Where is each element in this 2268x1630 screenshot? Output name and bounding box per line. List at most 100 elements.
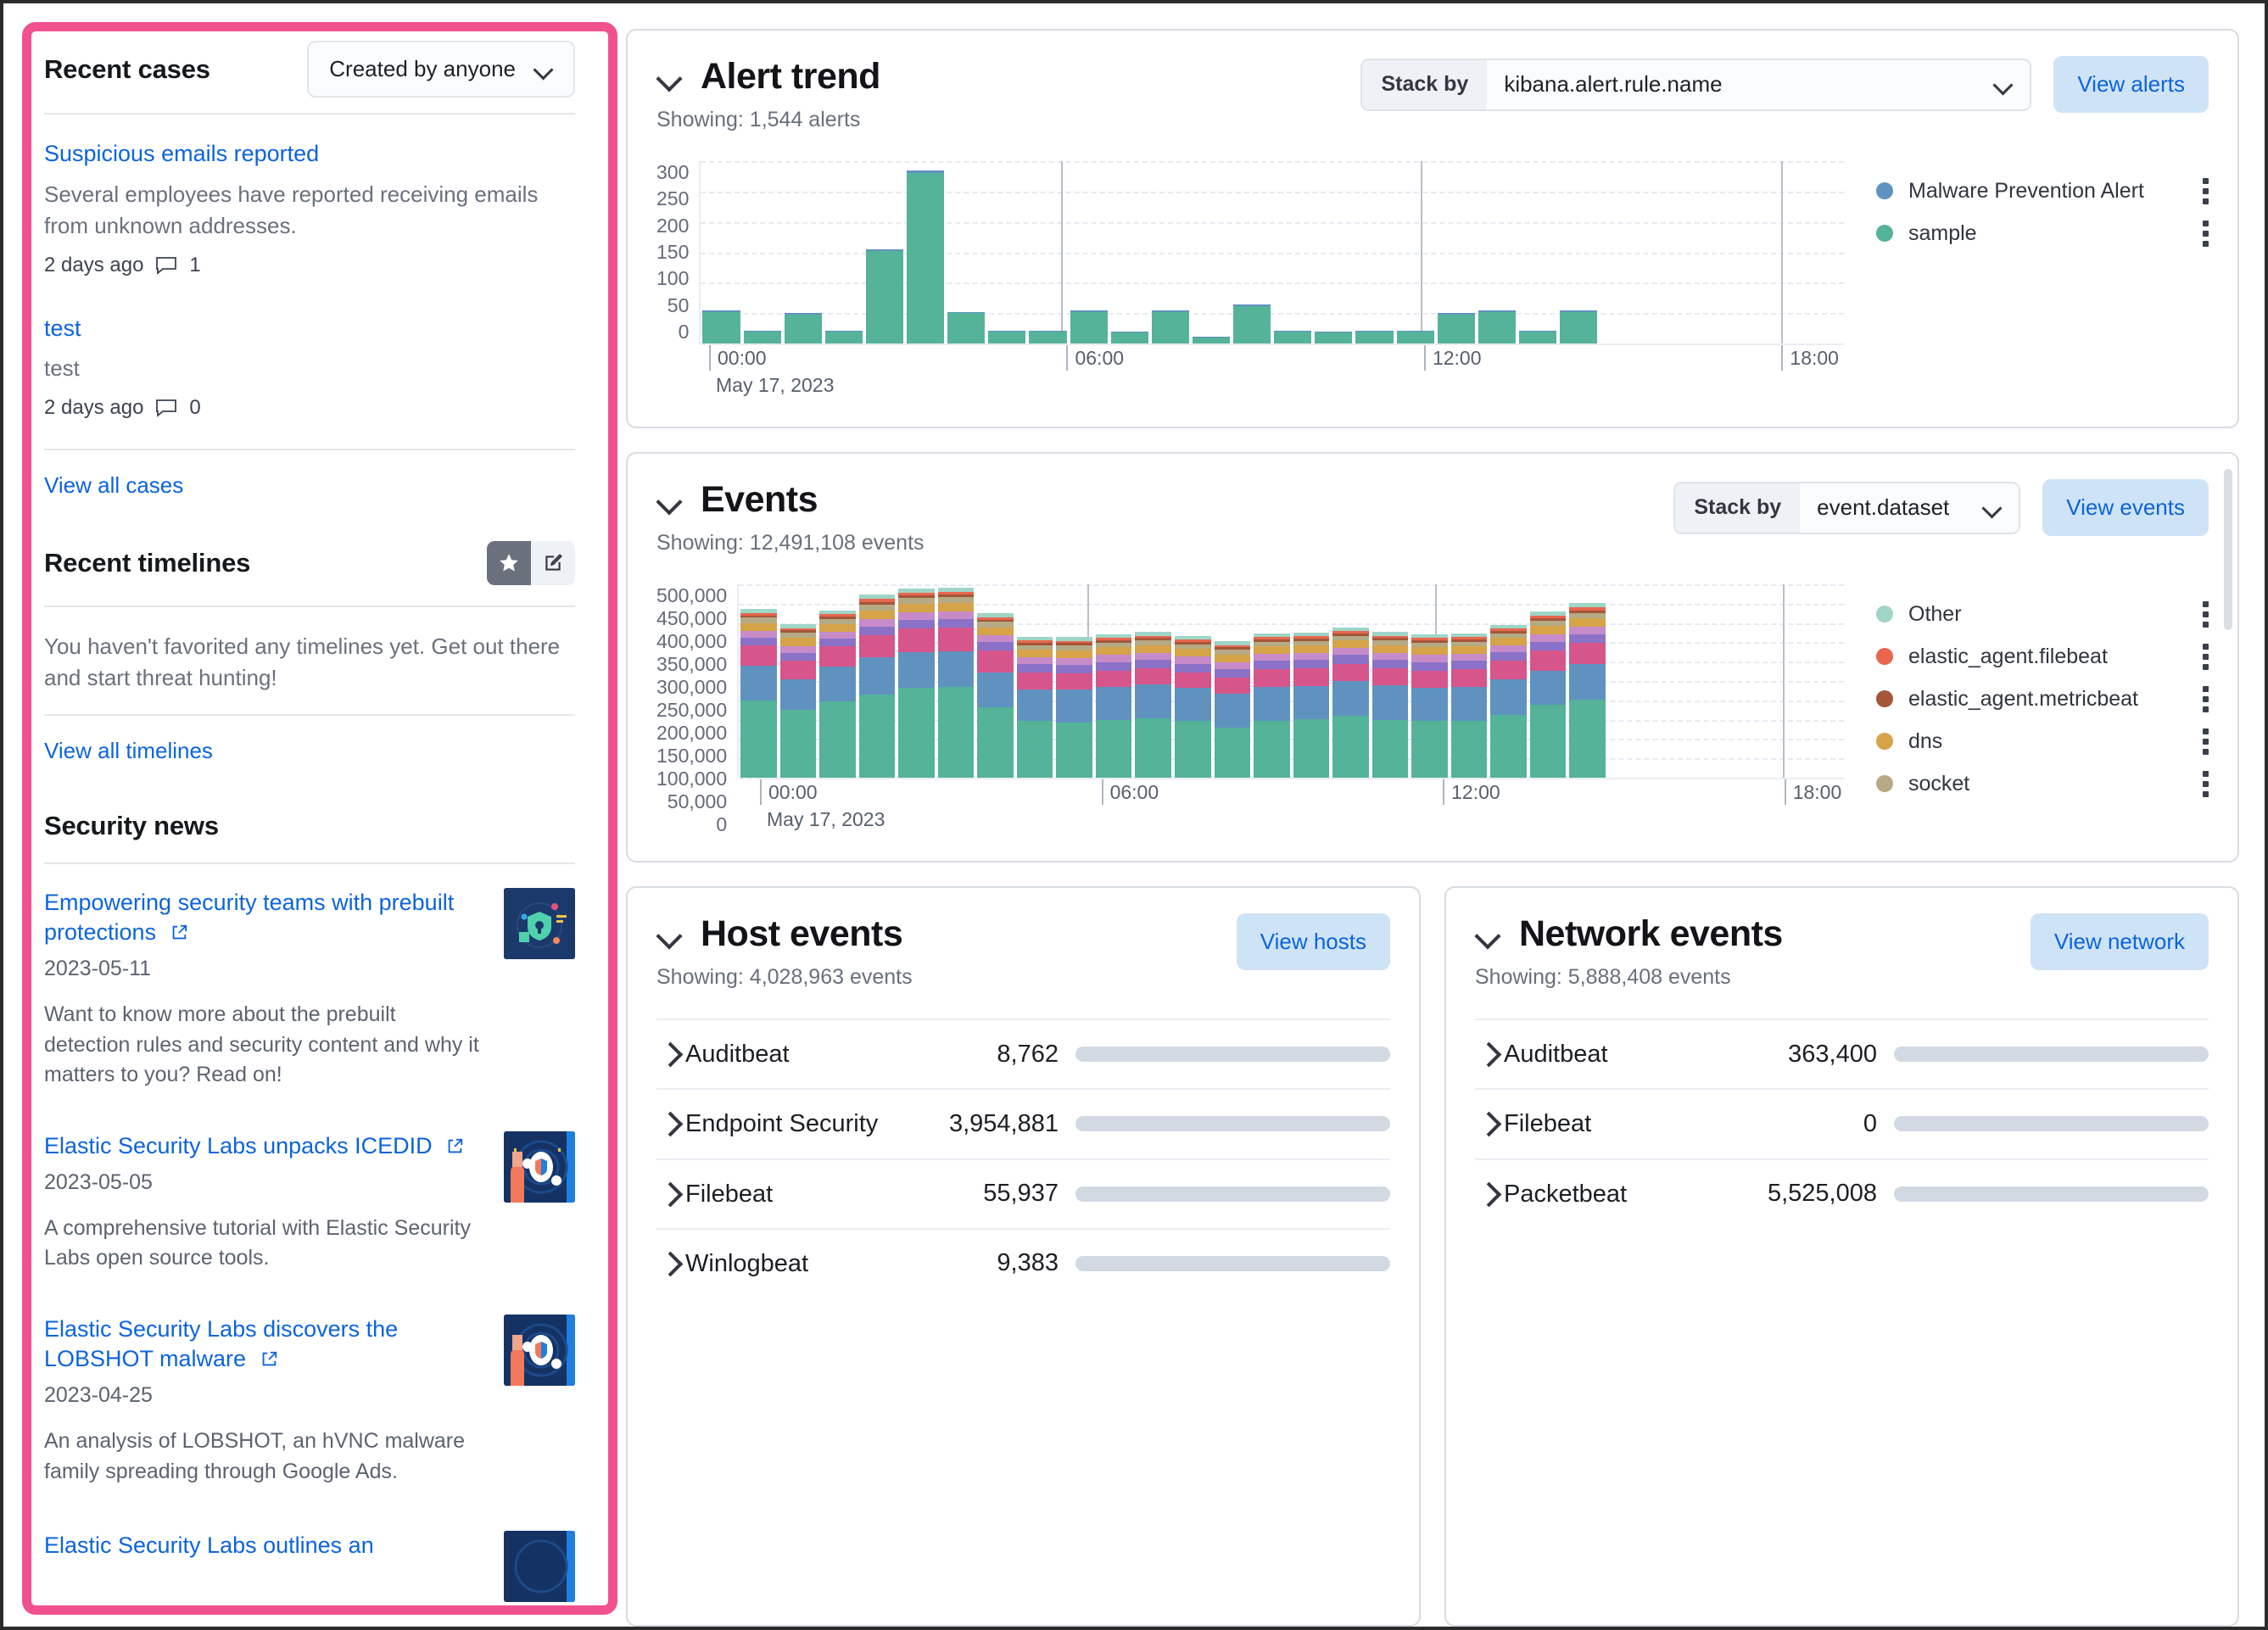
timeline-view-toggle[interactable]: [487, 541, 575, 586]
alert-stack-by-control[interactable]: Stack by kibana.alert.rule.name: [1360, 58, 2032, 111]
legend-item[interactable]: sample: [1876, 212, 2209, 254]
chart-bar[interactable]: [1599, 161, 1640, 343]
alert-stack-by-select[interactable]: kibana.alert.rule.name: [1487, 59, 2031, 109]
chart-bar[interactable]: [1477, 161, 1517, 343]
chart-bar[interactable]: [783, 161, 824, 343]
chart-bar[interactable]: [1313, 161, 1354, 343]
chart-bar[interactable]: [1436, 161, 1477, 343]
case-list-item[interactable]: test test 2 days ago 0: [44, 284, 575, 427]
news-title[interactable]: Empowering security teams with prebuilt …: [44, 888, 485, 950]
expand-chevron-icon[interactable]: [1475, 1111, 1504, 1136]
created-by-filter[interactable]: Created by anyone: [307, 41, 575, 98]
chart-bar[interactable]: [1528, 584, 1568, 778]
chart-bar[interactable]: [1054, 584, 1094, 778]
expand-chevron-icon[interactable]: [656, 1111, 685, 1136]
chart-bar[interactable]: [1133, 584, 1173, 778]
chart-bar[interactable]: [1232, 161, 1272, 343]
chart-bar[interactable]: [1762, 161, 1803, 343]
legend-scrollbar[interactable]: [2224, 469, 2232, 630]
legend-actions-icon[interactable]: [2186, 600, 2209, 628]
view-all-timelines-link[interactable]: View all timelines: [44, 738, 213, 764]
expand-chevron-icon[interactable]: [656, 1251, 685, 1276]
view-alerts-button[interactable]: View alerts: [2053, 56, 2209, 113]
view-network-button[interactable]: View network: [2030, 913, 2209, 970]
chart-bar[interactable]: [986, 161, 1027, 343]
chart-bar[interactable]: [1804, 584, 1844, 778]
view-hosts-button[interactable]: View hosts: [1236, 913, 1390, 970]
view-events-button[interactable]: View events: [2042, 479, 2209, 536]
chart-bar[interactable]: [1252, 584, 1292, 778]
expand-chevron-icon[interactable]: [1475, 1041, 1504, 1067]
legend-item[interactable]: elastic_agent.metricbeat: [1876, 678, 2209, 720]
chart-bar[interactable]: [1558, 161, 1599, 343]
chart-bar[interactable]: [936, 584, 976, 778]
table-row[interactable]: Packetbeat 5,525,008: [1475, 1158, 2209, 1228]
chart-bar[interactable]: [1450, 584, 1489, 778]
events-stack-by-select[interactable]: event.dataset: [1800, 483, 2019, 533]
table-row[interactable]: Auditbeat 363,400: [1475, 1019, 2209, 1088]
case-title[interactable]: Suspicious emails reported: [44, 140, 575, 169]
chart-bar[interactable]: [1109, 161, 1150, 343]
chart-bar[interactable]: [1331, 584, 1371, 778]
chart-bar[interactable]: [1640, 161, 1680, 343]
chart-bar[interactable]: [1686, 584, 1726, 778]
legend-item[interactable]: dns: [1876, 720, 2209, 762]
chart-bar[interactable]: [1213, 584, 1253, 778]
chart-bar[interactable]: [1027, 161, 1068, 343]
news-list-item[interactable]: Elastic Security Labs discovers the LOBS…: [44, 1274, 575, 1487]
chart-bar[interactable]: [1725, 584, 1765, 778]
chart-bar[interactable]: [1517, 161, 1558, 343]
chart-bar[interactable]: [1015, 584, 1055, 778]
news-list-item[interactable]: Elastic Security Labs outlines an: [44, 1487, 575, 1602]
table-row[interactable]: Filebeat 55,937: [656, 1158, 1390, 1228]
chart-bar[interactable]: [1371, 584, 1411, 778]
table-row[interactable]: Winlogbeat 9,383: [656, 1227, 1390, 1298]
legend-item[interactable]: Other: [1876, 593, 2209, 635]
legend-item[interactable]: elastic_agent.filebeat: [1876, 635, 2209, 678]
legend-actions-icon[interactable]: [2186, 770, 2209, 797]
case-list-item[interactable]: Suspicious emails reported Several emplo…: [44, 114, 575, 284]
expand-chevron-icon[interactable]: [656, 1181, 685, 1207]
chart-bar[interactable]: [857, 584, 897, 778]
expand-chevron-icon[interactable]: [656, 1041, 685, 1067]
chart-bar[interactable]: [1272, 161, 1313, 343]
expand-chevron-icon[interactable]: [1475, 1181, 1504, 1207]
chart-bar[interactable]: [946, 161, 986, 343]
chart-bar[interactable]: [1722, 161, 1762, 343]
legend-actions-icon[interactable]: [2186, 643, 2209, 670]
chart-bar[interactable]: [742, 161, 783, 343]
favorites-filter-button[interactable]: [487, 541, 531, 586]
chart-bar[interactable]: [1292, 584, 1332, 778]
chart-bar[interactable]: [1489, 584, 1528, 778]
chart-bar[interactable]: [1069, 161, 1109, 343]
legend-actions-icon[interactable]: [2186, 220, 2209, 247]
table-row[interactable]: Filebeat 0: [1475, 1088, 2209, 1158]
chart-bar[interactable]: [1191, 161, 1232, 343]
table-row[interactable]: Endpoint Security 3,954,881: [656, 1088, 1390, 1158]
chart-bar[interactable]: [739, 584, 779, 778]
chart-bar[interactable]: [1094, 584, 1134, 778]
news-list-item[interactable]: Empowering security teams with prebuilt …: [44, 864, 575, 1091]
chart-bar[interactable]: [975, 584, 1015, 778]
legend-actions-icon[interactable]: [2186, 685, 2209, 712]
case-title[interactable]: test: [44, 315, 575, 343]
events-stack-by-control[interactable]: Stack by event.dataset: [1673, 481, 2021, 534]
legend-item[interactable]: Malware Prevention Alert: [1876, 170, 2209, 212]
new-timeline-button[interactable]: [531, 541, 575, 586]
chart-bar[interactable]: [1803, 161, 1844, 343]
collapse-chevron-icon[interactable]: [656, 922, 682, 947]
chart-bar[interactable]: [701, 161, 741, 343]
news-title[interactable]: Elastic Security Labs unpacks ICEDID: [44, 1131, 485, 1164]
collapse-chevron-icon[interactable]: [1475, 922, 1500, 947]
chart-bar[interactable]: [864, 161, 905, 343]
legend-actions-icon[interactable]: [2186, 728, 2209, 755]
collapse-chevron-icon[interactable]: [656, 64, 682, 90]
chart-bar[interactable]: [897, 584, 936, 778]
chart-bar[interactable]: [1765, 584, 1805, 778]
chart-bar[interactable]: [779, 584, 818, 778]
chart-bar[interactable]: [1680, 161, 1721, 343]
chart-bar[interactable]: [818, 584, 857, 778]
collapse-chevron-icon[interactable]: [656, 488, 682, 513]
table-row[interactable]: Auditbeat 8,762: [656, 1019, 1390, 1088]
chart-bar[interactable]: [905, 161, 946, 343]
